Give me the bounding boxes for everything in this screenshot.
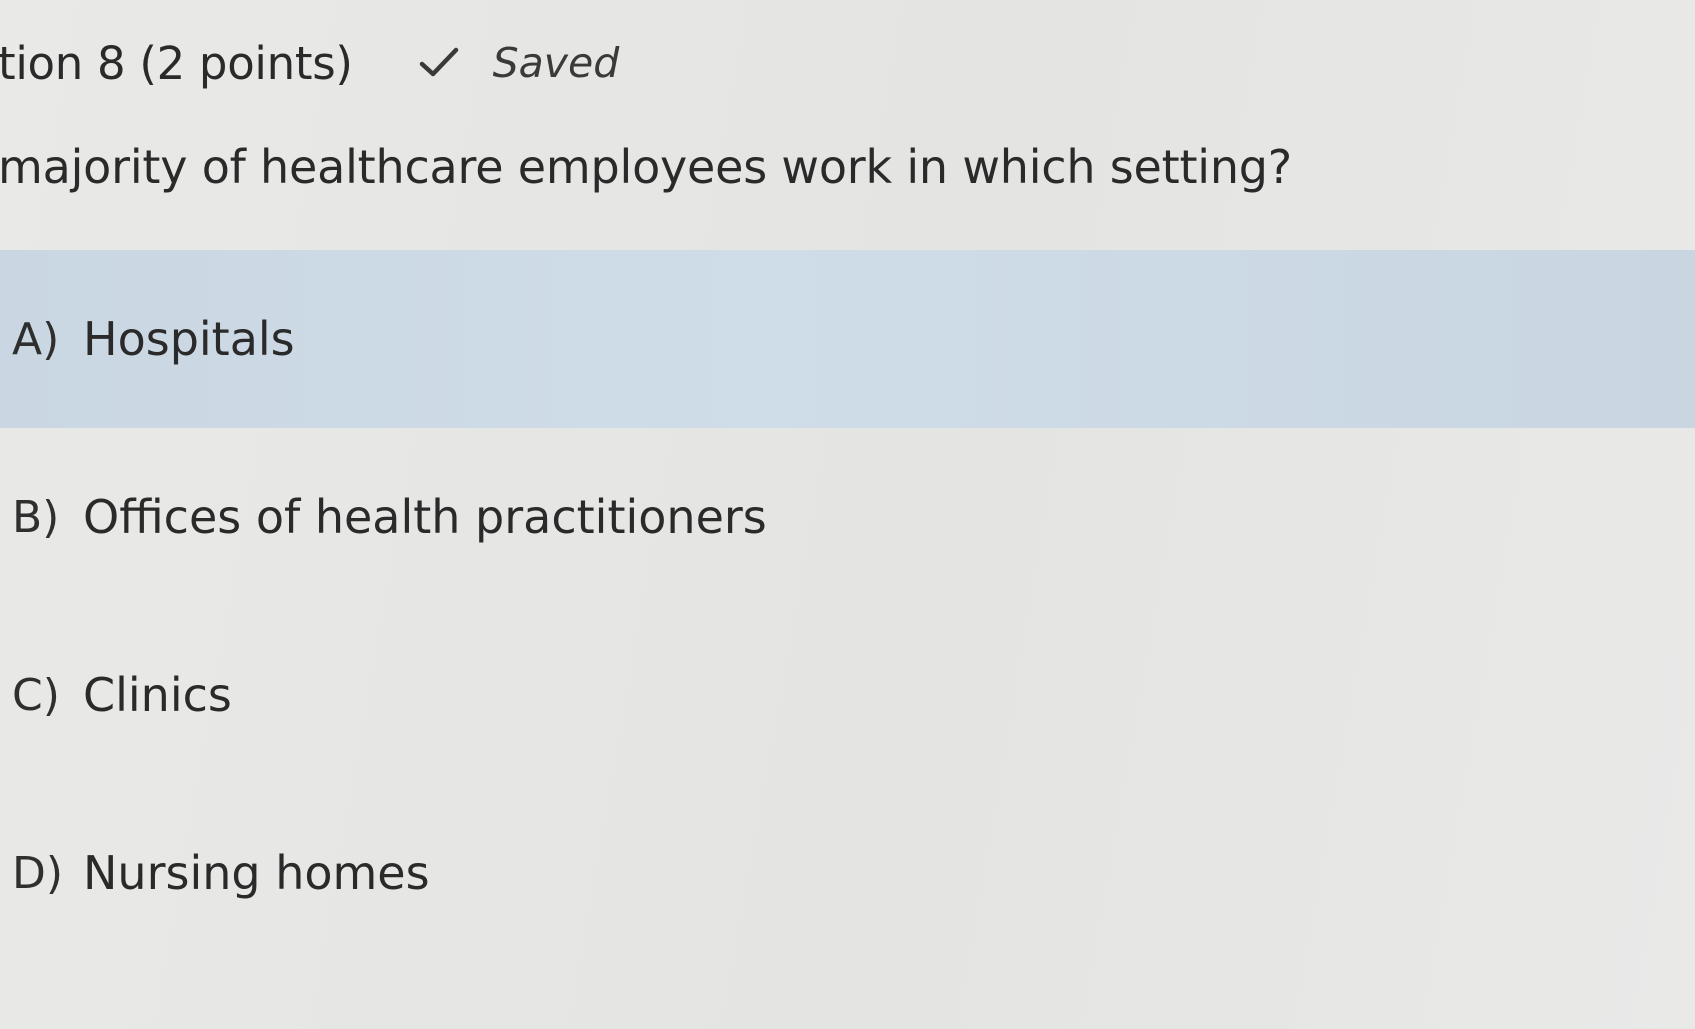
answer-choices: A) Hospitals B) Offices of health practi… <box>0 250 1695 962</box>
choice-d[interactable]: D) Nursing homes <box>0 784 1695 962</box>
check-icon <box>417 45 461 81</box>
choice-letter: D) <box>12 847 64 899</box>
choice-label: Clinics <box>83 668 232 722</box>
choice-a[interactable]: A) Hospitals <box>0 250 1695 428</box>
choice-letter: B) <box>12 491 60 543</box>
choice-label: Offices of health practitioners <box>83 490 767 544</box>
choice-b[interactable]: B) Offices of health practitioners <box>0 428 1695 606</box>
question-title: tion 8 (2 points) <box>0 36 353 90</box>
saved-status: Saved <box>417 39 620 87</box>
question-header: tion 8 (2 points) Saved <box>0 33 619 93</box>
choice-letter: C) <box>12 669 60 721</box>
choice-letter: A) <box>12 313 60 365</box>
question-text: majority of healthcare employees work in… <box>0 140 1293 194</box>
choice-label: Hospitals <box>83 312 295 366</box>
choice-label: Nursing homes <box>83 846 430 900</box>
choice-c[interactable]: C) Clinics <box>0 606 1695 784</box>
quiz-page: tion 8 (2 points) Saved majority of heal… <box>0 0 1695 1029</box>
saved-status-text: Saved <box>492 39 620 87</box>
